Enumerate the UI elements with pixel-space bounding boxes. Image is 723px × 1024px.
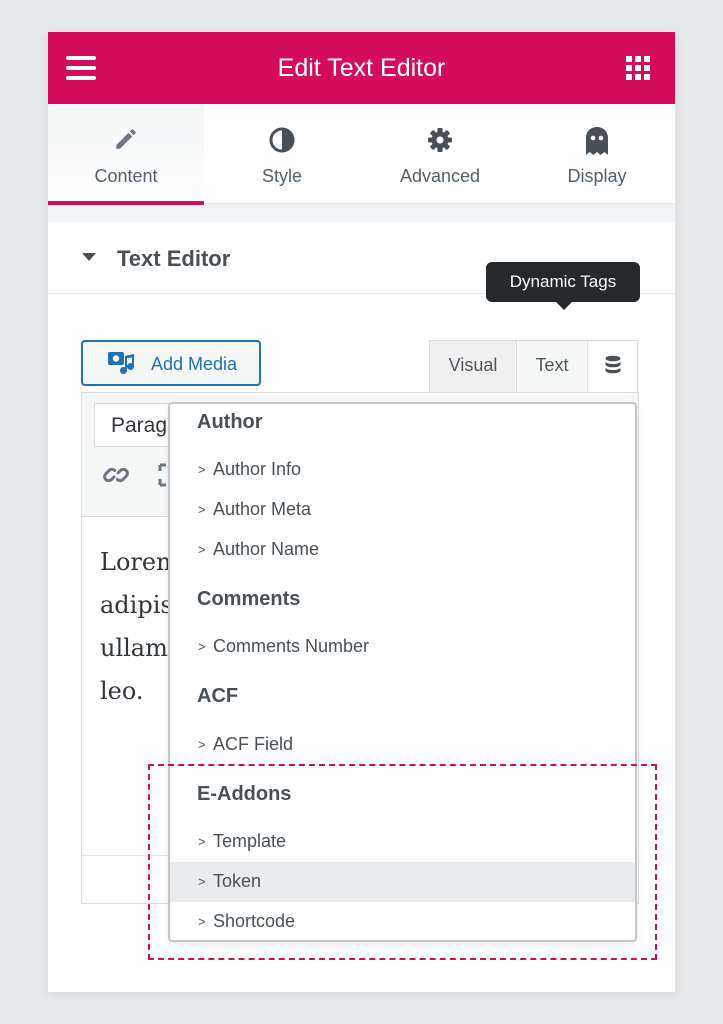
tag-item-author-meta[interactable]: > Author Meta [170, 490, 635, 530]
item-arrow: > [198, 542, 206, 557]
database-icon [605, 355, 620, 374]
dynamic-tags-tooltip: Dynamic Tags [486, 262, 640, 310]
pencil-icon [116, 129, 136, 149]
tag-item-token[interactable]: > Token [170, 862, 635, 902]
mode-tab-visual[interactable]: Visual [429, 340, 517, 392]
item-label: Author Name [213, 539, 320, 559]
group-title-author: Author [197, 411, 263, 433]
gear-icon [428, 128, 452, 152]
group-title-e-addons: E-Addons [197, 783, 292, 805]
panel-header: Edit Text Editor [48, 32, 675, 104]
dynamic-tags-button[interactable] [587, 340, 638, 392]
tag-item-author-name[interactable]: > Author Name [170, 530, 635, 570]
tag-item-comments-number[interactable]: > Comments Number [170, 627, 635, 667]
item-arrow: > [198, 462, 206, 477]
dynamic-tags-dropdown[interactable]: Author > Author Info > Author Meta > Author… [168, 402, 637, 942]
item-label: ACF Field [213, 734, 294, 754]
item-label: Comments Number [213, 636, 370, 656]
mode-tab-text[interactable]: Text [516, 340, 588, 392]
tab-label: Display [567, 166, 627, 186]
item-label: Template [213, 831, 287, 851]
widgets-grid-icon[interactable] [626, 56, 650, 80]
caret-down-icon [82, 253, 96, 261]
item-arrow: > [198, 914, 206, 929]
tab-advanced[interactable]: Advanced [362, 104, 518, 204]
item-label: Token [213, 871, 262, 891]
tab-content[interactable]: Content [48, 104, 204, 205]
tab-label: Style [261, 166, 303, 186]
link-icon[interactable] [102, 461, 130, 489]
ghost-icon [586, 127, 608, 155]
group-title-comments: Comments [197, 588, 301, 610]
half-circle-icon [269, 127, 295, 153]
add-media-label: Add Media [151, 354, 238, 374]
item-label: Shortcode [213, 911, 296, 931]
tag-item-author-info[interactable]: > Author Info [170, 450, 635, 490]
item-arrow: > [198, 502, 206, 517]
section-title: Text Editor [117, 246, 231, 271]
panel-tabs: Content Style Advanced Display [48, 104, 675, 205]
editor-content[interactable]: Lorem adipis ullam leo. [100, 541, 179, 713]
content-line: Lorem [100, 548, 179, 576]
item-arrow: > [198, 834, 206, 849]
tab-label: Content [94, 166, 158, 186]
item-arrow: > [198, 737, 206, 752]
tab-style[interactable]: Style [204, 104, 360, 204]
tab-display[interactable]: Display [519, 104, 675, 204]
item-label: Author Info [213, 459, 302, 479]
tag-item-template[interactable]: > Template [170, 822, 635, 862]
content-line: adipis [100, 591, 173, 619]
item-arrow: > [198, 639, 206, 654]
content-line: leo. [100, 677, 144, 705]
item-arrow: > [198, 874, 206, 889]
item-label: Author Meta [213, 499, 312, 519]
panel-title: Edit Text Editor [277, 54, 446, 82]
media-icon [108, 352, 134, 374]
tag-item-shortcode[interactable]: > Shortcode [170, 902, 635, 940]
tab-label: Advanced [399, 166, 481, 186]
add-media-button[interactable]: Add Media [81, 340, 261, 386]
content-line: ullam [100, 634, 168, 662]
group-title-acf: ACF [197, 685, 239, 707]
tag-item-acf-field[interactable]: > ACF Field [170, 725, 635, 765]
